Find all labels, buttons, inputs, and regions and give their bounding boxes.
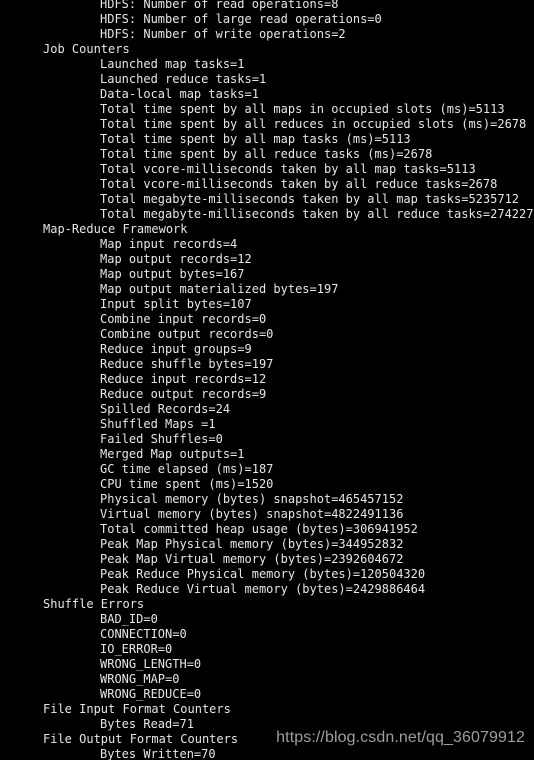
counter-line: Total megabyte-milliseconds taken by all… [100,192,520,206]
counter-line: HDFS: Number of large read operations=0 [100,12,382,26]
counter-line: Total time spent by all maps in occupied… [100,102,505,116]
counter-group-header: File Input Format Counters [43,702,231,716]
counter-line: Physical memory (bytes) snapshot=4654571… [100,492,404,506]
counter-line: Peak Map Virtual memory (bytes)=23926046… [100,552,404,566]
counter-line: CPU time spent (ms)=1520 [100,477,274,491]
counter-line: HDFS: Number of write operations=2 [100,27,346,41]
counter-line: Virtual memory (bytes) snapshot=48224911… [100,507,404,521]
counter-line: Reduce input records=12 [100,372,267,386]
counter-line: Combine output records=0 [100,327,274,341]
counter-line: Total megabyte-milliseconds taken by all… [100,207,534,221]
counter-line: Failed Shuffles=0 [100,432,223,446]
counter-line: Launched reduce tasks=1 [100,72,267,86]
counter-line: Map output bytes=167 [100,267,245,281]
counter-line: Input split bytes=107 [100,297,252,311]
counter-line: Combine input records=0 [100,312,267,326]
counter-line: Total time spent by all reduces in occup… [100,117,527,131]
counter-group-header: Job Counters [43,42,130,56]
counter-group-header: File Output Format Counters [43,732,239,746]
counter-line: Map output materialized bytes=197 [100,282,339,296]
counter-group-header: Shuffle Errors [43,597,145,611]
counter-line: Peak Reduce Physical memory (bytes)=1205… [100,567,426,581]
counter-line: Peak Map Physical memory (bytes)=3449528… [100,537,404,551]
counter-line: Shuffled Maps =1 [100,417,216,431]
terminal-console-output[interactable]: HDFS: Number of read operations=8 HDFS: N… [0,0,534,760]
counter-line: HDFS: Number of read operations=8 [100,0,339,11]
counter-line: Map input records=4 [100,237,238,251]
counter-line: GC time elapsed (ms)=187 [100,462,274,476]
counter-line: WRONG_LENGTH=0 [100,657,202,671]
counter-line: Spilled Records=24 [100,402,231,416]
counter-line: Total vcore-milliseconds taken by all ma… [100,162,476,176]
counter-line: BAD_ID=0 [100,612,158,626]
counter-line: Total committed heap usage (bytes)=30694… [100,522,418,536]
counter-line: Launched map tasks=1 [100,57,245,71]
counter-line: Reduce shuffle bytes=197 [100,357,274,371]
counter-line: WRONG_MAP=0 [100,672,180,686]
counter-line: Reduce output records=9 [100,387,267,401]
counter-line: Merged Map outputs=1 [100,447,245,461]
counter-line: Map output records=12 [100,252,252,266]
counter-line: IO_ERROR=0 [100,642,173,656]
counter-line: CONNECTION=0 [100,627,187,641]
counter-line: Data-local map tasks=1 [100,87,259,101]
counter-line: Bytes Written=70 [100,747,216,760]
counter-line: Peak Reduce Virtual memory (bytes)=24298… [100,582,426,596]
counter-line: WRONG_REDUCE=0 [100,687,202,701]
counter-line: Total time spent by all reduce tasks (ms… [100,147,433,161]
counter-line: Bytes Read=71 [100,717,194,731]
console-line-list: HDFS: Number of read operations=8 HDFS: N… [0,0,534,760]
counter-line: Reduce input groups=9 [100,342,252,356]
counter-line: Total vcore-milliseconds taken by all re… [100,177,498,191]
counter-group-header: Map-Reduce Framework [43,222,188,236]
counter-line: Total time spent by all map tasks (ms)=5… [100,132,411,146]
